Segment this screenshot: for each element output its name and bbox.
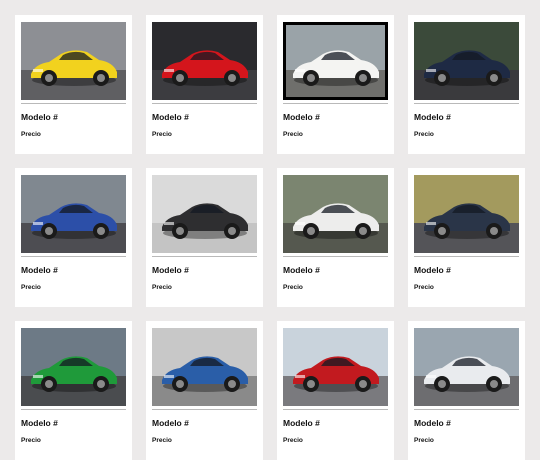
model-label: Modelo # [152,418,189,428]
model-label: Modelo # [21,265,58,275]
model-label: Modelo # [414,418,451,428]
card-divider [21,103,126,104]
price-label: Precio [414,437,434,444]
car-photo-white-pagani[interactable] [283,175,388,253]
price-label: Precio [414,131,434,138]
product-card[interactable]: Modelo # Precio [277,168,394,307]
car-photo-yellow-corvette[interactable] [21,22,126,100]
card-divider [414,103,519,104]
car-photo-red-ferrari[interactable] [152,22,257,100]
price-label: Precio [152,284,172,291]
card-divider [152,409,257,410]
car-photo-white-supercar[interactable] [283,22,388,100]
model-label: Modelo # [21,112,58,122]
car-photo-blue-mustang[interactable] [152,328,257,406]
product-card[interactable]: Modelo # Precio [15,15,132,154]
model-label: Modelo # [283,265,320,275]
car-photo-dark-mclaren[interactable] [414,175,519,253]
price-label: Precio [283,437,303,444]
product-card[interactable]: Modelo # Precio [277,15,394,154]
model-label: Modelo # [283,112,320,122]
product-grid: Modelo # Precio Modelo # Precio Modelo #… [0,0,540,460]
card-divider [21,256,126,257]
price-label: Precio [283,131,303,138]
car-photo-red-koenigsegg[interactable] [283,328,388,406]
product-card[interactable]: Modelo # Precio [408,168,525,307]
price-label: Precio [21,284,41,291]
car-photo-white-camaro[interactable] [414,328,519,406]
card-divider [152,256,257,257]
price-label: Precio [21,131,41,138]
car-photo-blue-hypercar[interactable] [21,175,126,253]
car-photo-green-amg[interactable] [21,328,126,406]
product-card[interactable]: Modelo # Precio [408,15,525,154]
model-label: Modelo # [152,265,189,275]
model-label: Modelo # [414,265,451,275]
price-label: Precio [283,284,303,291]
product-card[interactable]: Modelo # Precio [146,321,263,460]
card-divider [414,409,519,410]
model-label: Modelo # [414,112,451,122]
model-label: Modelo # [152,112,189,122]
card-divider [414,256,519,257]
card-divider [283,409,388,410]
card-divider [283,256,388,257]
model-label: Modelo # [283,418,320,428]
card-divider [283,103,388,104]
product-card[interactable]: Modelo # Precio [15,321,132,460]
card-divider [21,409,126,410]
price-label: Precio [414,284,434,291]
product-card[interactable]: Modelo # Precio [15,168,132,307]
product-card[interactable]: Modelo # Precio [277,321,394,460]
car-photo-dark-bugatti[interactable] [414,22,519,100]
product-card[interactable]: Modelo # Precio [408,321,525,460]
model-label: Modelo # [21,418,58,428]
car-photo-black-mclaren[interactable] [152,175,257,253]
product-card[interactable]: Modelo # Precio [146,15,263,154]
product-card[interactable]: Modelo # Precio [146,168,263,307]
card-divider [152,103,257,104]
price-label: Precio [152,131,172,138]
price-label: Precio [152,437,172,444]
price-label: Precio [21,437,41,444]
